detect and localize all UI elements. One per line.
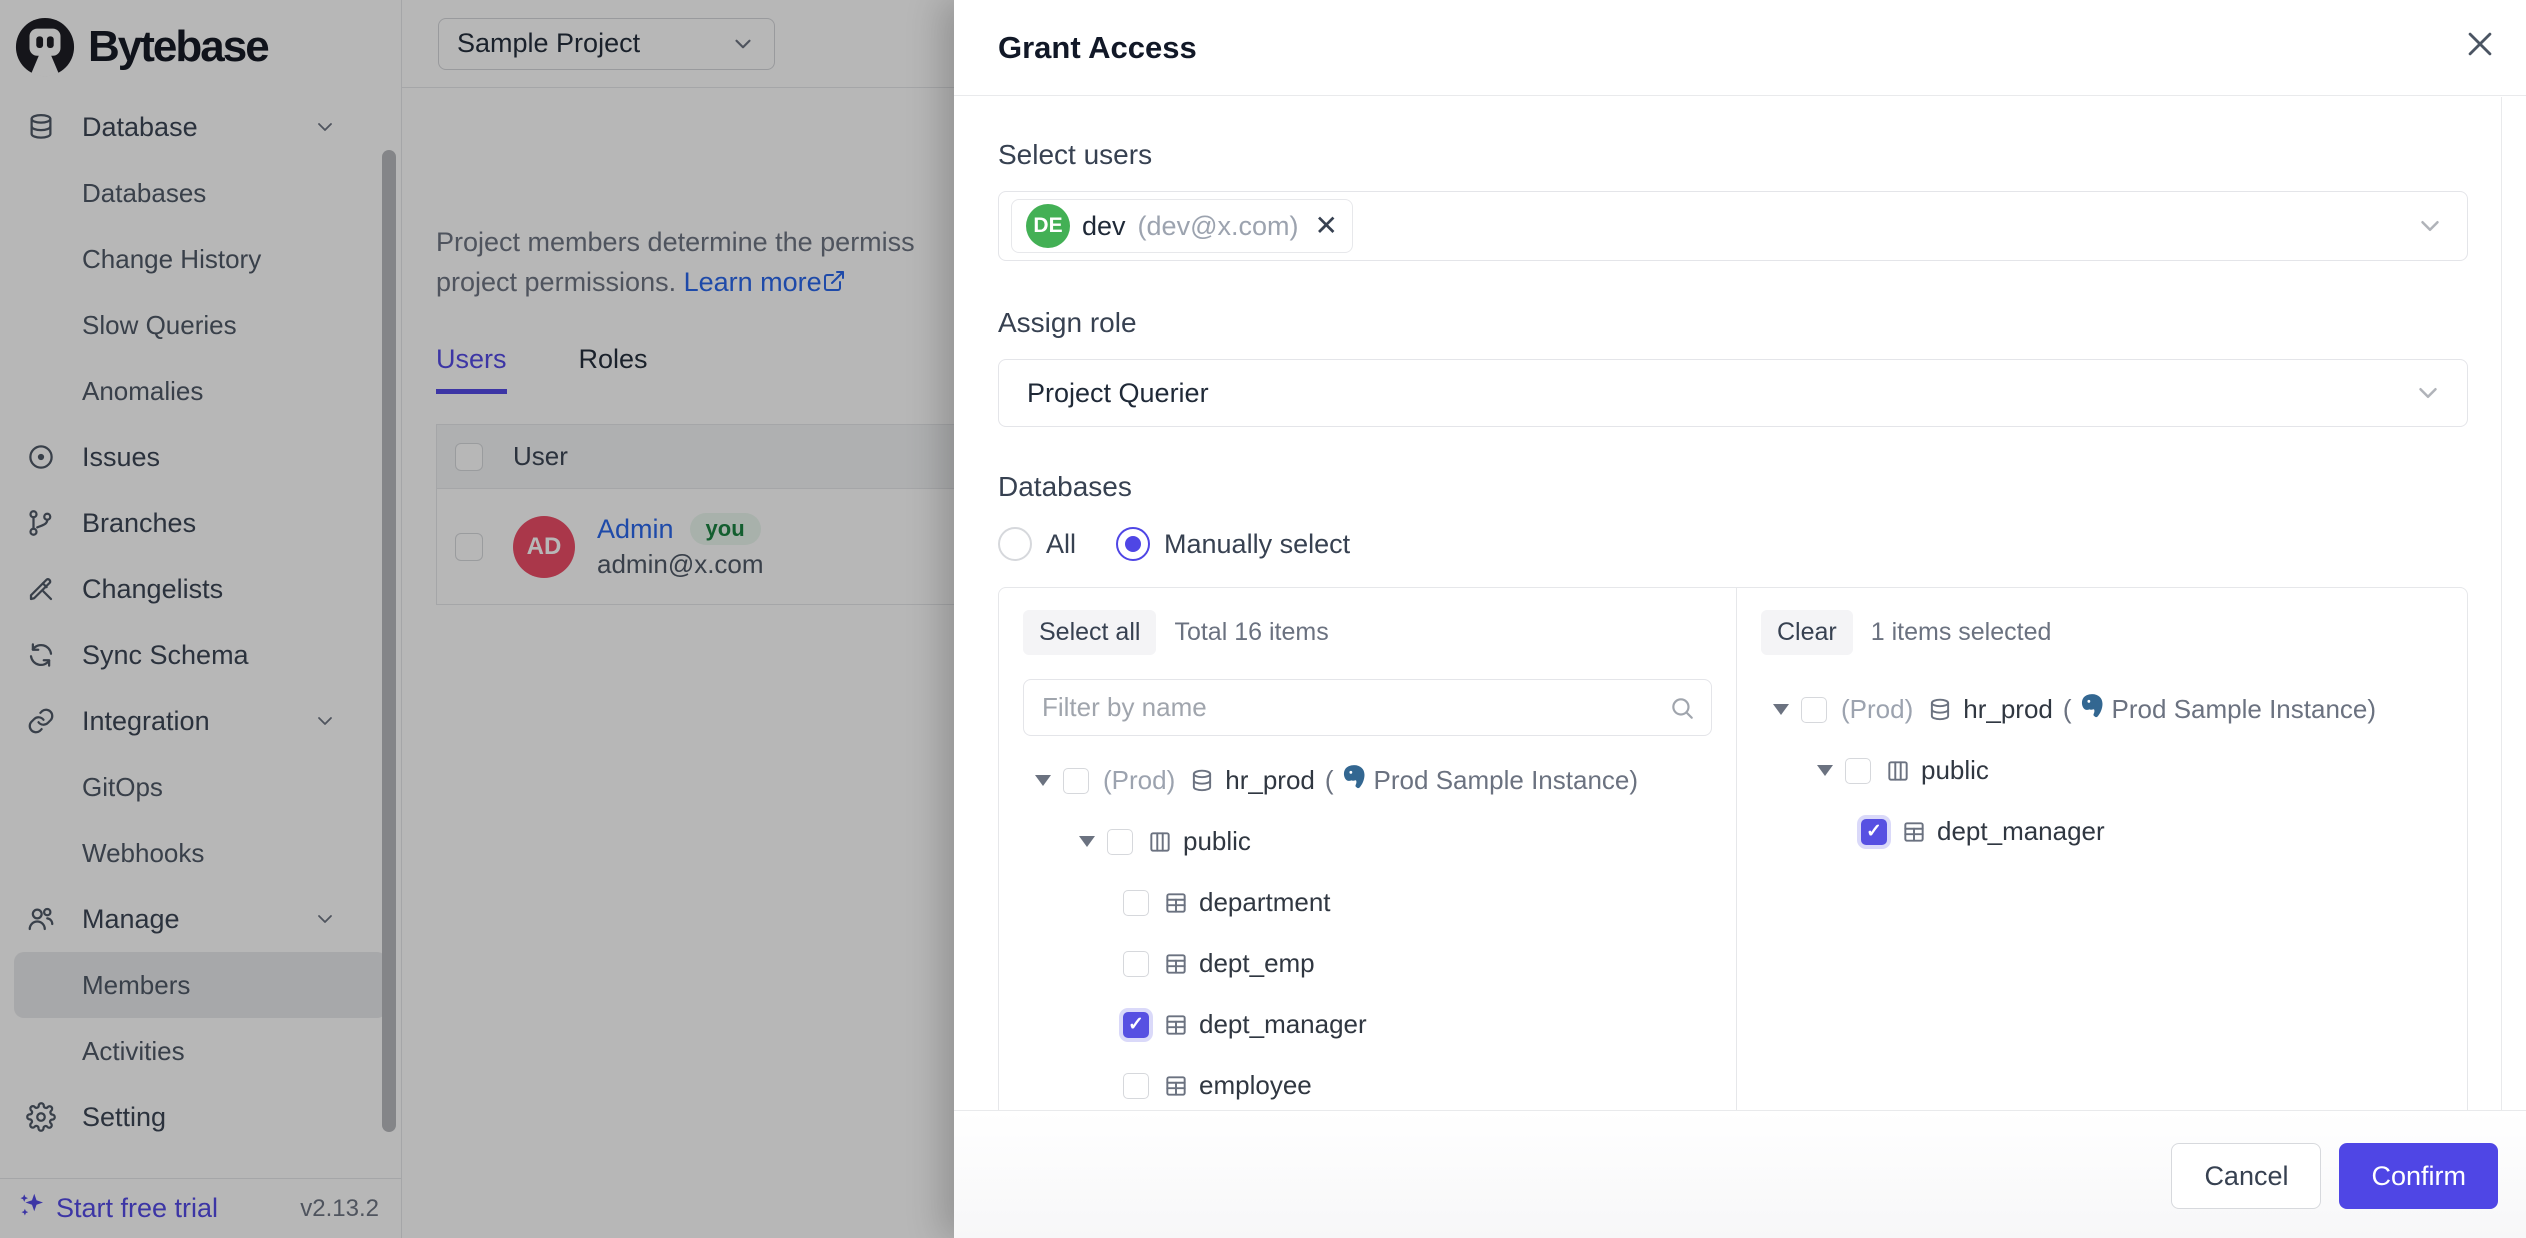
filter-input[interactable] xyxy=(1042,692,1669,723)
modal-footer: Cancel Confirm xyxy=(954,1110,2526,1238)
modal-overlay[interactable] xyxy=(0,0,954,1238)
radio-manual-label: Manually select xyxy=(1164,529,1350,560)
select-users-label: Select users xyxy=(998,139,2468,171)
postgres-icon xyxy=(1340,763,1368,798)
tree-checkbox[interactable]: ✓ xyxy=(1861,819,1887,845)
database-icon xyxy=(1927,697,1953,723)
role-select[interactable]: Project Querier xyxy=(998,359,2468,427)
transfer-selected-panel: Clear 1 items selected (Prod)hr_prod(Pro… xyxy=(1736,588,2467,1110)
chip-user-name: dev xyxy=(1082,211,1126,242)
role-select-value: Project Querier xyxy=(1027,378,1209,409)
database-name: hr_prod xyxy=(1963,694,2053,725)
table-icon xyxy=(1163,1012,1189,1038)
database-icon xyxy=(1189,768,1215,794)
chevron-down-icon[interactable] xyxy=(2415,211,2445,241)
environment-label: (Prod) xyxy=(1841,694,1913,725)
tree-checkbox[interactable] xyxy=(1107,829,1133,855)
cancel-button[interactable]: Cancel xyxy=(2171,1143,2321,1209)
database-transfer: Select all Total 16 items (Prod)hr_prod(… xyxy=(998,587,2468,1110)
modal-header: Grant Access xyxy=(954,0,2526,96)
table-icon xyxy=(1163,1073,1189,1099)
transfer-source-panel: Select all Total 16 items (Prod)hr_prod(… xyxy=(999,588,1736,1110)
tree-row-dept_emp: dept_emp xyxy=(1023,933,1712,994)
radio-all[interactable] xyxy=(998,527,1032,561)
radio-all-label: All xyxy=(1046,529,1076,560)
postgres-icon xyxy=(2078,692,2106,727)
screen: Bytebase DatabaseDatabasesChange History… xyxy=(0,0,2526,1238)
table-name: dept_manager xyxy=(1937,816,2105,847)
clear-button[interactable]: Clear xyxy=(1761,610,1853,655)
select-all-button[interactable]: Select all xyxy=(1023,610,1156,655)
tree-checkbox[interactable] xyxy=(1801,697,1827,723)
schema-icon xyxy=(1885,758,1911,784)
tree-row-hr_prod: (Prod) hr_prod (Prod Sample Instance) xyxy=(1023,750,1712,811)
tree-expand-arrow[interactable] xyxy=(1079,836,1095,847)
grant-access-modal: Grant Access Select users DE dev (dev@x.… xyxy=(954,0,2526,1238)
selected-count-label: 1 items selected xyxy=(1871,618,2052,647)
selected-user-chip: DE dev (dev@x.com) ✕ xyxy=(1011,199,1353,253)
modal-scrollbar-track[interactable] xyxy=(2501,97,2502,1110)
table-name: dept_emp xyxy=(1199,948,1315,979)
tree-checkbox[interactable] xyxy=(1063,768,1089,794)
tree-checkbox[interactable]: ✓ xyxy=(1123,1012,1149,1038)
selected-tree: (Prod) hr_prod (Prod Sample Instance) publi… xyxy=(1761,679,2443,862)
assign-role-label: Assign role xyxy=(998,307,2468,339)
chip-user-email: (dev@x.com) xyxy=(1138,211,1299,242)
table-icon xyxy=(1163,890,1189,916)
total-items-label: Total 16 items xyxy=(1174,618,1328,647)
chevron-down-icon xyxy=(2413,378,2443,408)
table-name: department xyxy=(1199,887,1331,918)
select-users-input[interactable]: DE dev (dev@x.com) ✕ xyxy=(998,191,2468,261)
tree-row-hr_prod: (Prod) hr_prod (Prod Sample Instance) xyxy=(1761,679,2443,740)
filter-input-wrap xyxy=(1023,679,1712,736)
tree-expand-arrow[interactable] xyxy=(1773,704,1789,715)
instance-label: (Prod Sample Instance) xyxy=(2063,692,2376,727)
schema-name: public xyxy=(1183,826,1251,857)
database-scope-radios: All Manually select xyxy=(998,527,2468,561)
table-icon xyxy=(1163,951,1189,977)
table-icon xyxy=(1901,819,1927,845)
databases-label: Databases xyxy=(998,471,2468,503)
table-name: employee xyxy=(1199,1070,1312,1101)
search-icon xyxy=(1669,695,1695,721)
tree-checkbox[interactable] xyxy=(1845,758,1871,784)
modal-title: Grant Access xyxy=(998,30,1197,66)
tree-checkbox[interactable] xyxy=(1123,890,1149,916)
tree-expand-arrow[interactable] xyxy=(1817,765,1833,776)
tree-checkbox[interactable] xyxy=(1123,1073,1149,1099)
confirm-button[interactable]: Confirm xyxy=(2339,1143,2498,1209)
avatar: DE xyxy=(1026,204,1070,248)
tree-row-dept_manager: ✓ dept_manager xyxy=(1761,801,2443,862)
schema-icon xyxy=(1147,829,1173,855)
tree-row-public: public xyxy=(1023,811,1712,872)
tree-row-department: department xyxy=(1023,872,1712,933)
environment-label: (Prod) xyxy=(1103,765,1175,796)
tree-row-public: public xyxy=(1761,740,2443,801)
close-icon[interactable] xyxy=(2460,24,2500,64)
tree-row-dept_manager: ✓ dept_manager xyxy=(1023,994,1712,1055)
schema-name: public xyxy=(1921,755,1989,786)
modal-body: Select users DE dev (dev@x.com) ✕ Assign… xyxy=(954,97,2526,1110)
table-name: dept_manager xyxy=(1199,1009,1367,1040)
source-tree: (Prod) hr_prod (Prod Sample Instance) publi… xyxy=(1023,750,1712,1110)
tree-checkbox[interactable] xyxy=(1123,951,1149,977)
radio-manually-select[interactable] xyxy=(1116,527,1150,561)
database-name: hr_prod xyxy=(1225,765,1315,796)
remove-user-icon[interactable]: ✕ xyxy=(1314,212,1337,240)
tree-row-employee: employee xyxy=(1023,1055,1712,1110)
tree-expand-arrow[interactable] xyxy=(1035,775,1051,786)
instance-label: (Prod Sample Instance) xyxy=(1325,763,1638,798)
